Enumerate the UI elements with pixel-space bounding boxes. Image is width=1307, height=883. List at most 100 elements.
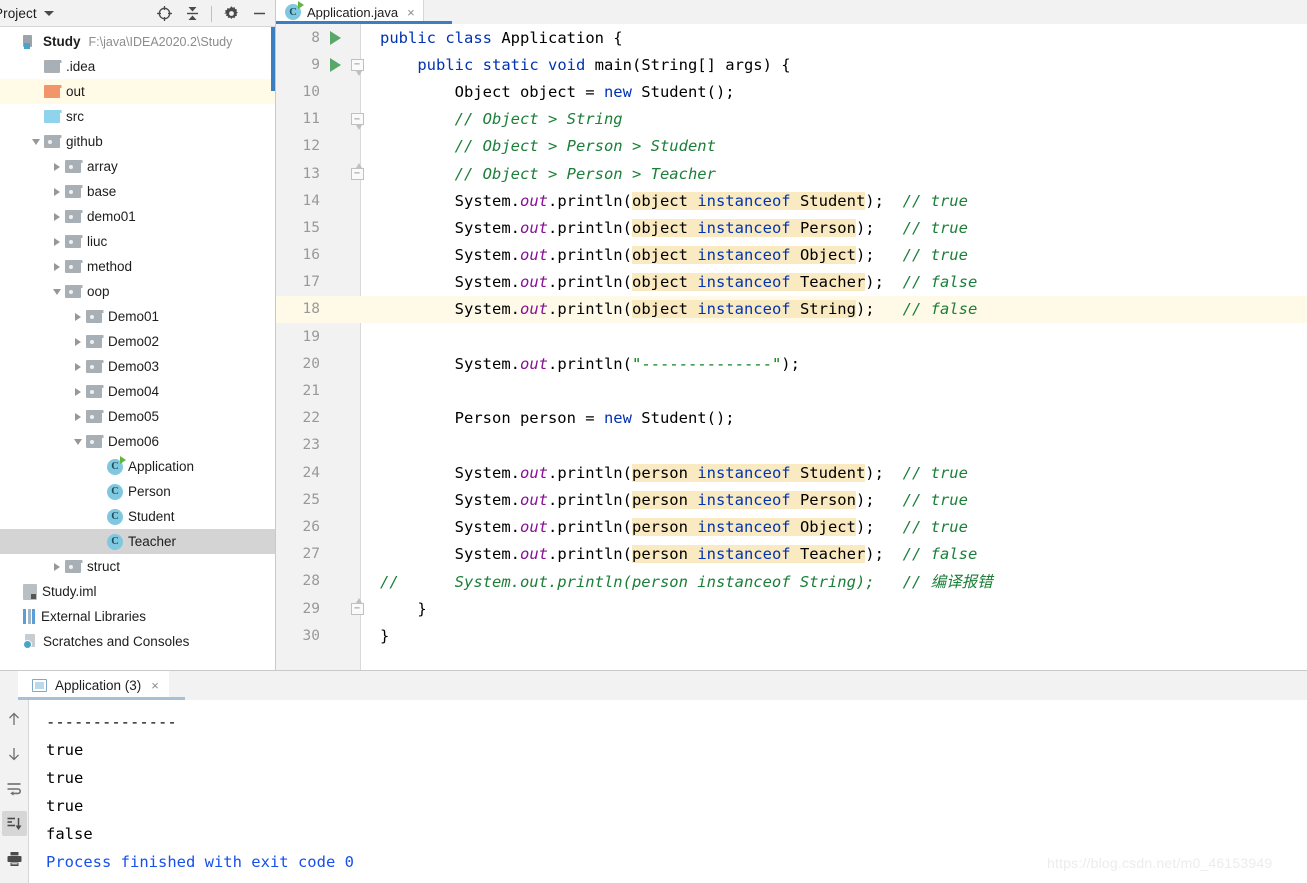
tree-item-liuc[interactable]: liuc: [0, 229, 275, 254]
tree-item-label: array: [87, 159, 118, 174]
twisty[interactable]: [69, 338, 86, 346]
tree-item-study[interactable]: StudyF:\java\IDEA2020.2\Study: [0, 29, 275, 54]
soft-wrap-icon[interactable]: [2, 776, 27, 801]
tree-item-student[interactable]: CStudent: [0, 504, 275, 529]
twisty[interactable]: [27, 139, 44, 145]
tree-item-method[interactable]: method: [0, 254, 275, 279]
code-line-11[interactable]: 11− // Object > String: [276, 106, 1307, 133]
tree-item-out[interactable]: out: [0, 79, 275, 104]
twisty[interactable]: [69, 413, 86, 421]
tree-item-application[interactable]: CApplication: [0, 454, 275, 479]
code-line-24[interactable]: 24 System.out.println(person instanceof …: [276, 459, 1307, 486]
twisty[interactable]: [69, 388, 86, 396]
tree-item-base[interactable]: base: [0, 179, 275, 204]
close-icon[interactable]: ×: [407, 6, 415, 19]
tree-item-scratches-and-consoles[interactable]: Scratches and Consoles: [0, 629, 275, 654]
chevron-down-icon[interactable]: [44, 11, 54, 16]
fold-gutter[interactable]: −: [346, 113, 368, 125]
code-line-12[interactable]: 12 // Object > Person > Student: [276, 133, 1307, 160]
java-class-icon: C: [107, 534, 123, 550]
twisty[interactable]: [48, 188, 65, 196]
tree-item--idea[interactable]: .idea: [0, 54, 275, 79]
line-number: 10: [276, 84, 324, 100]
tree-item-demo02[interactable]: Demo02: [0, 329, 275, 354]
code-line-23[interactable]: 23: [276, 432, 1307, 459]
scroll-to-end-icon[interactable]: [2, 811, 27, 836]
code-line-30[interactable]: 30}: [276, 622, 1307, 649]
twisty[interactable]: [48, 213, 65, 221]
collapse-all-icon[interactable]: [180, 2, 204, 26]
code-line-13[interactable]: 13− // Object > Person > Teacher: [276, 160, 1307, 187]
tree-item-person[interactable]: CPerson: [0, 479, 275, 504]
code-line-28[interactable]: 28// System.out.println(person instanceo…: [276, 568, 1307, 595]
twisty[interactable]: [48, 263, 65, 271]
code-line-9[interactable]: 9− public static void main(String[] args…: [276, 51, 1307, 78]
gear-icon[interactable]: [219, 2, 243, 26]
print-icon[interactable]: [2, 846, 27, 871]
line-number: 19: [276, 329, 324, 345]
code-editor[interactable]: 8public class Application {9− public sta…: [276, 24, 1307, 670]
code-line-20[interactable]: 20 System.out.println("--------------");: [276, 350, 1307, 377]
tree-item-teacher[interactable]: CTeacher: [0, 529, 275, 554]
code-line-14[interactable]: 14 System.out.println(object instanceof …: [276, 187, 1307, 214]
code-text: System.out.println(person instanceof Tea…: [368, 545, 977, 563]
tree-item-demo05[interactable]: Demo05: [0, 404, 275, 429]
code-line-8[interactable]: 8public class Application {: [276, 24, 1307, 51]
twisty[interactable]: [69, 313, 86, 321]
code-line-17[interactable]: 17 System.out.println(object instanceof …: [276, 269, 1307, 296]
editor-area: C Application.java × 8public class Appli…: [276, 0, 1307, 670]
line-number: 13: [276, 166, 324, 182]
tree-item-demo01[interactable]: demo01: [0, 204, 275, 229]
tree-item-demo06[interactable]: Demo06: [0, 429, 275, 454]
run-gutter[interactable]: [324, 31, 346, 45]
twisty[interactable]: [48, 163, 65, 171]
code-line-19[interactable]: 19: [276, 323, 1307, 350]
twisty[interactable]: [69, 439, 86, 445]
code-line-29[interactable]: 29− }: [276, 595, 1307, 622]
code-line-25[interactable]: 25 System.out.println(person instanceof …: [276, 486, 1307, 513]
code-line-18[interactable]: 18 System.out.println(object instanceof …: [276, 296, 1307, 323]
fold-marker-icon[interactable]: −: [351, 113, 364, 125]
console-tab-application[interactable]: Application (3) ×: [18, 671, 169, 700]
tree-item-github[interactable]: github: [0, 129, 275, 154]
fold-marker-icon[interactable]: −: [351, 59, 364, 71]
scroll-up-icon[interactable]: [2, 706, 27, 731]
tree-item-demo04[interactable]: Demo04: [0, 379, 275, 404]
tree-item-demo03[interactable]: Demo03: [0, 354, 275, 379]
locate-icon[interactable]: [152, 2, 176, 26]
twisty[interactable]: [48, 238, 65, 246]
tree-item-study-iml[interactable]: Study.iml: [0, 579, 275, 604]
code-line-16[interactable]: 16 System.out.println(object instanceof …: [276, 242, 1307, 269]
panel-scrollbar[interactable]: [271, 27, 275, 91]
fold-gutter[interactable]: −: [346, 603, 368, 615]
fold-gutter[interactable]: −: [346, 59, 368, 71]
close-icon[interactable]: ×: [151, 678, 159, 693]
code-line-10[interactable]: 10 Object object = new Student();: [276, 78, 1307, 105]
tree-item-demo01[interactable]: Demo01: [0, 304, 275, 329]
twisty[interactable]: [48, 289, 65, 295]
code-line-27[interactable]: 27 System.out.println(person instanceof …: [276, 541, 1307, 568]
tree-item-label: External Libraries: [41, 609, 146, 624]
twisty[interactable]: [48, 563, 65, 571]
run-icon[interactable]: [330, 31, 341, 45]
scroll-down-icon[interactable]: [2, 741, 27, 766]
code-line-21[interactable]: 21: [276, 377, 1307, 404]
run-gutter[interactable]: [324, 58, 346, 72]
code-text: // Object > String: [368, 110, 623, 128]
code-line-15[interactable]: 15 System.out.println(object instanceof …: [276, 214, 1307, 241]
fold-gutter[interactable]: −: [346, 168, 368, 180]
minimize-icon[interactable]: [247, 2, 271, 26]
tree-item-label: Demo01: [108, 309, 159, 324]
fold-marker-icon[interactable]: −: [351, 603, 364, 615]
java-class-icon: C: [107, 509, 123, 525]
twisty[interactable]: [69, 363, 86, 371]
tree-item-struct[interactable]: struct: [0, 554, 275, 579]
fold-marker-icon[interactable]: −: [351, 168, 364, 180]
tree-item-src[interactable]: src: [0, 104, 275, 129]
code-line-22[interactable]: 22 Person person = new Student();: [276, 405, 1307, 432]
code-line-26[interactable]: 26 System.out.println(person instanceof …: [276, 513, 1307, 540]
tree-item-array[interactable]: array: [0, 154, 275, 179]
tree-item-external-libraries[interactable]: External Libraries: [0, 604, 275, 629]
run-icon[interactable]: [330, 58, 341, 72]
tree-item-oop[interactable]: oop: [0, 279, 275, 304]
